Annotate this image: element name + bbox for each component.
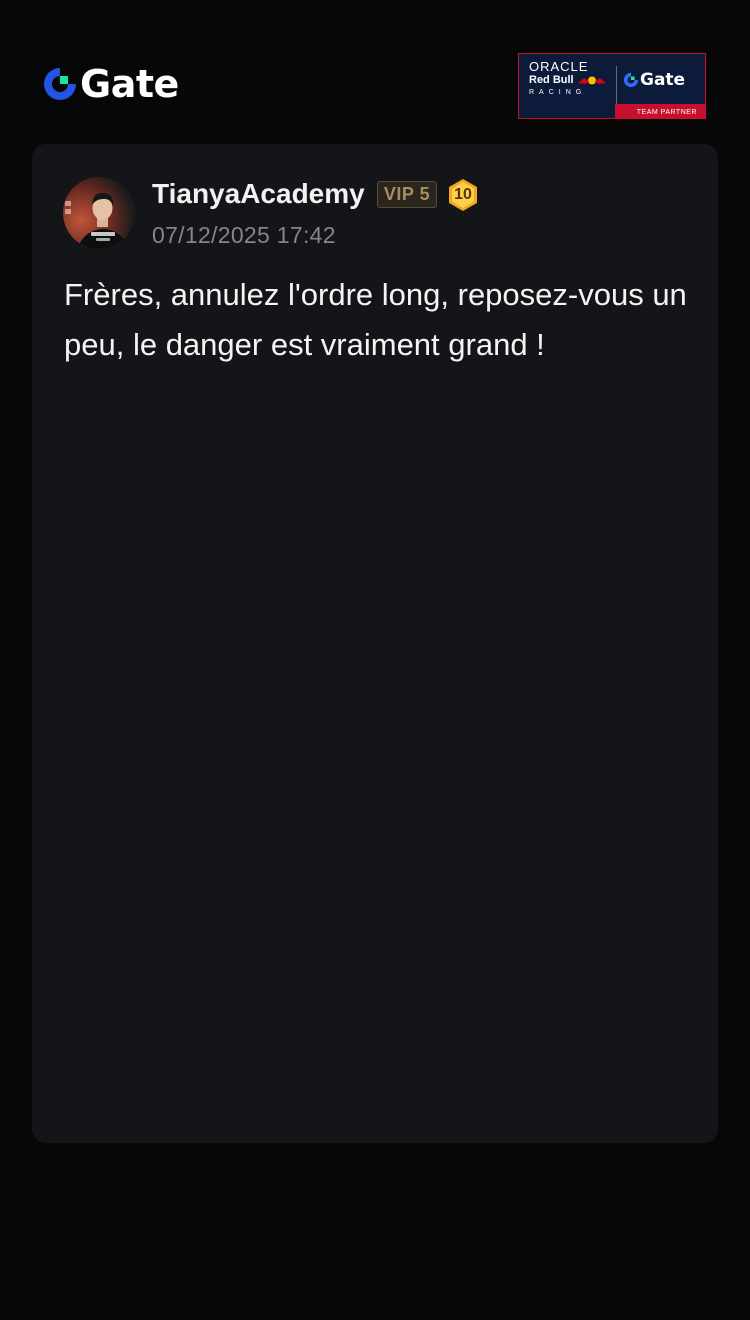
partner-gate-logo: Gate (623, 70, 685, 90)
team-partner-label: TEAM PARTNER (636, 109, 697, 116)
avatar-portrait-icon (65, 192, 129, 249)
gate-logo[interactable]: Gate (42, 64, 179, 104)
redbull-text: Red Bull (529, 74, 574, 86)
red-bulls-icon (577, 76, 606, 85)
vip-badge: VIP 5 (377, 181, 437, 208)
redbull-text-row: Red Bull (529, 74, 609, 87)
oracle-text: ORACLE (529, 59, 589, 74)
gate-logo-text: Gate (80, 62, 179, 106)
level-number: 10 (454, 186, 472, 203)
team-partner-badge: ORACLE Red Bull RACING Gate TEAM PARTNER (518, 53, 706, 119)
page-header: Gate ORACLE Red Bull RACING Gate TEAM PA… (0, 0, 750, 144)
gate-logo-icon (44, 68, 76, 100)
badge-divider (616, 66, 617, 104)
oracle-redbull-logo: ORACLE Red Bull RACING (529, 60, 609, 99)
post-card: TianyaAcademy VIP 5 10 07/12/2025 17:42 … (32, 144, 718, 1143)
user-avatar[interactable] (63, 177, 135, 249)
post-content: Frères, annulez l'ordre long, reposez-vo… (64, 277, 687, 362)
gate-logo-icon (623, 72, 639, 88)
partner-gate-text: Gate (640, 70, 686, 90)
level-badge: 10 (447, 178, 479, 212)
racing-text: RACING (529, 89, 587, 96)
author-name[interactable]: TianyaAcademy (152, 176, 365, 212)
post-timestamp: 07/12/2025 17:42 (152, 222, 336, 248)
